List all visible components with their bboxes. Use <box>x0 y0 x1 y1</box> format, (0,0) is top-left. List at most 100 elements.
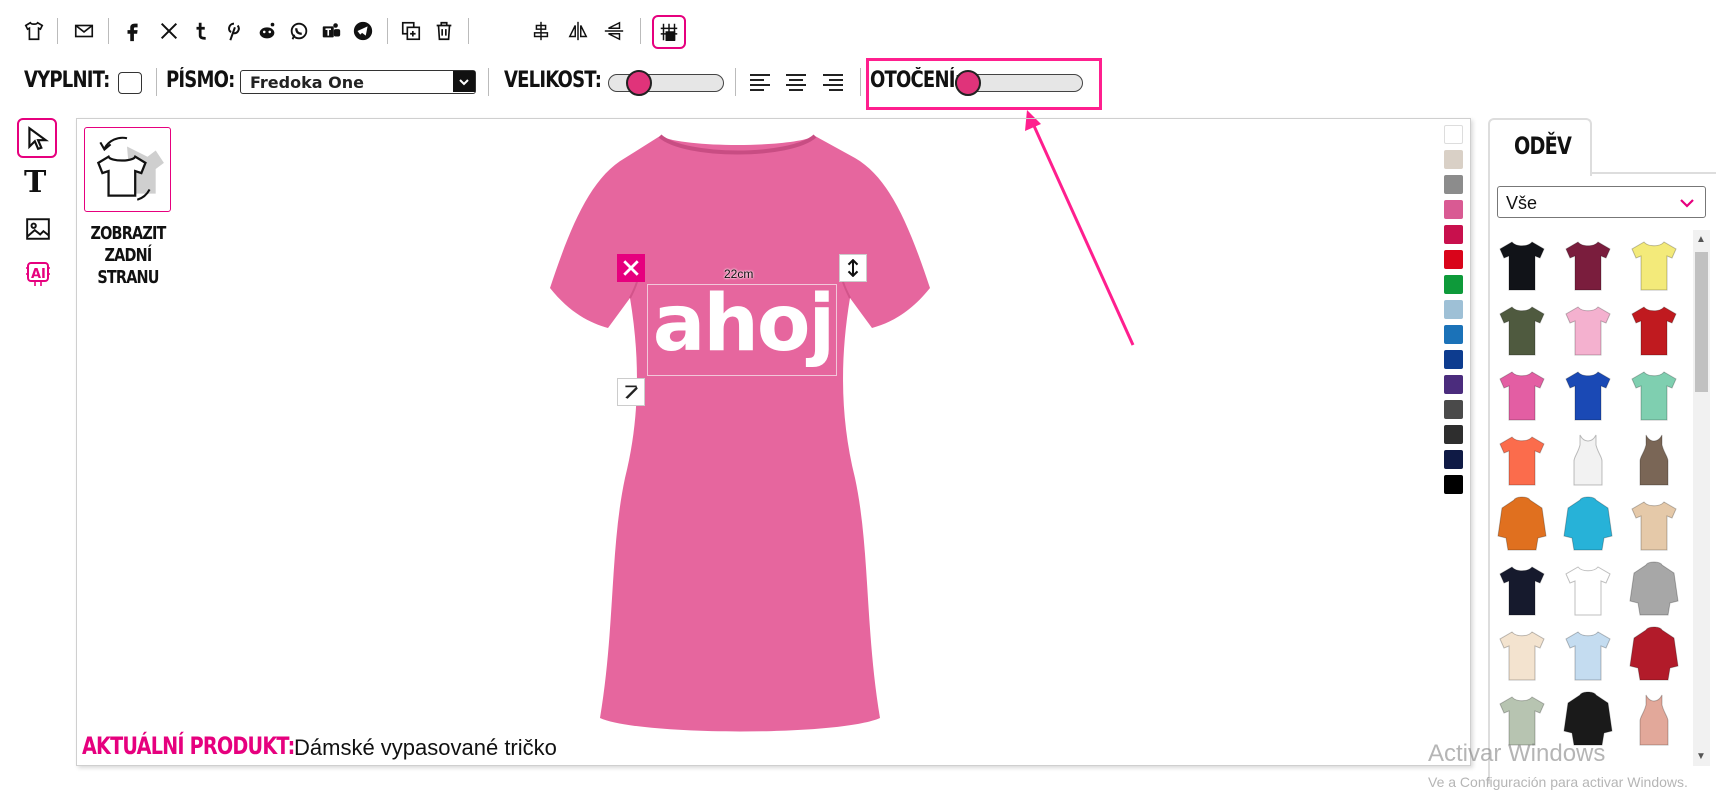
panel-scrollbar[interactable]: ▲ ▼ <box>1693 230 1710 766</box>
tumblr-icon[interactable] <box>189 18 215 44</box>
trash-icon[interactable] <box>431 18 457 44</box>
color-swatch[interactable] <box>1444 475 1463 494</box>
product-tie-dye-tshirt[interactable] <box>1626 496 1682 554</box>
x-twitter-icon[interactable] <box>156 18 182 44</box>
product-lightblue-tshirt[interactable] <box>1560 626 1616 684</box>
toolbar-divider <box>57 18 58 44</box>
product-fuchsia-tshirt[interactable] <box>1494 366 1550 424</box>
width-readout: 22cm <box>724 267 754 281</box>
flip-horizontal-icon[interactable] <box>565 18 591 44</box>
color-swatch[interactable] <box>1444 175 1463 194</box>
resize-handle-button[interactable] <box>839 254 867 282</box>
product-varsity-jacket[interactable] <box>1626 626 1682 684</box>
back-side-label-line2: ZADNÍ <box>104 245 153 266</box>
fill-color-picker[interactable] <box>118 72 142 94</box>
product-pink-tshirt[interactable] <box>1560 301 1616 359</box>
product-royal-tshirt[interactable] <box>1560 366 1616 424</box>
align-right-icon[interactable] <box>823 74 843 92</box>
fill-label: VYPLNIT: <box>24 68 110 93</box>
telegram-icon[interactable] <box>350 18 376 44</box>
scrollbar-thumb[interactable] <box>1695 252 1708 392</box>
watermark-line2: Ve a Configuración para activar Windows. <box>1428 774 1688 790</box>
product-coral-tshirt[interactable] <box>1494 431 1550 489</box>
watermark-line1: Activar Windows <box>1428 740 1606 767</box>
toolbar-divider <box>640 18 641 44</box>
grid-icon <box>660 23 678 41</box>
product-orange-hoodie[interactable] <box>1494 496 1550 554</box>
back-side-button[interactable] <box>84 127 171 212</box>
toolbar-divider <box>468 18 469 44</box>
toolbar-divider <box>735 68 736 96</box>
tab-clothing[interactable]: ODĚV <box>1488 118 1592 176</box>
color-swatch[interactable] <box>1444 225 1463 244</box>
duplicate-icon[interactable] <box>398 18 424 44</box>
product-grey-hoodie[interactable] <box>1626 561 1682 619</box>
product-red-tshirt[interactable] <box>1626 301 1682 359</box>
size-slider[interactable] <box>608 70 724 96</box>
color-swatch[interactable] <box>1444 325 1463 344</box>
toolbar-divider <box>387 18 388 44</box>
product-olive-tshirt[interactable] <box>1494 301 1550 359</box>
color-swatch[interactable] <box>1444 200 1463 219</box>
color-swatch[interactable] <box>1444 450 1463 469</box>
align-left-icon[interactable] <box>750 74 770 92</box>
toolbar-divider <box>108 18 109 44</box>
product-white-tank[interactable] <box>1560 431 1616 489</box>
color-swatch[interactable] <box>1444 300 1463 319</box>
color-swatch[interactable] <box>1444 400 1463 419</box>
design-text[interactable]: ahoj <box>648 279 838 369</box>
email-icon[interactable] <box>71 18 97 44</box>
font-select[interactable]: Fredoka One <box>240 70 476 94</box>
rotate-shirt-icon <box>96 136 164 201</box>
product-raglan-tshirt[interactable] <box>1560 561 1616 619</box>
ai-tool-icon[interactable]: AI <box>23 258 53 288</box>
center-align-icon[interactable] <box>528 18 554 44</box>
color-swatch[interactable] <box>1444 425 1463 444</box>
grid-toggle-button[interactable] <box>652 15 686 49</box>
highlight-box <box>866 58 1102 110</box>
current-product: AKTUÁLNÍ PRODUKT: Dámské vypasované trič… <box>82 732 557 760</box>
vertical-arrows-icon <box>847 259 859 277</box>
select-tool-button[interactable] <box>17 118 57 158</box>
product-mint-tshirt[interactable] <box>1626 366 1682 424</box>
toolbar-divider <box>488 68 489 96</box>
size-slider-knob[interactable] <box>626 70 652 96</box>
scroll-up-icon[interactable]: ▲ <box>1696 234 1706 245</box>
image-tool-icon[interactable] <box>24 216 52 242</box>
rotate-handle-button[interactable] <box>617 378 645 406</box>
text-tool-icon[interactable]: T <box>24 166 54 200</box>
windows-watermark: Activar Windows Ve a Configuración para … <box>1428 740 1732 790</box>
pinterest-icon[interactable] <box>221 18 247 44</box>
whatsapp-icon[interactable] <box>286 18 312 44</box>
tab-clothing-label: ODĚV <box>1514 132 1572 160</box>
color-swatch[interactable] <box>1444 125 1463 144</box>
color-swatch[interactable] <box>1444 275 1463 294</box>
tshirt-mockup <box>550 134 930 732</box>
color-swatch[interactable] <box>1444 350 1463 369</box>
chevron-down-icon <box>1680 199 1694 208</box>
teams-icon[interactable] <box>318 18 344 44</box>
color-swatch[interactable] <box>1444 250 1463 269</box>
product-brown-tank[interactable] <box>1626 431 1682 489</box>
color-swatch[interactable] <box>1444 375 1463 394</box>
delete-object-button[interactable] <box>617 254 645 282</box>
reddit-icon[interactable] <box>254 18 280 44</box>
product-navy-tshirt[interactable] <box>1494 561 1550 619</box>
product-yellow-tshirt[interactable] <box>1626 236 1682 294</box>
current-product-name: Dámské vypasované tričko <box>294 735 557 760</box>
category-select[interactable]: Vše <box>1497 186 1706 218</box>
product-black-tshirt[interactable] <box>1494 236 1550 294</box>
chevron-down-icon <box>453 71 475 92</box>
eraser-icon <box>625 385 638 399</box>
design-text-box[interactable]: ahoj <box>647 279 837 376</box>
color-swatch[interactable] <box>1444 150 1463 169</box>
facebook-icon[interactable] <box>120 18 146 44</box>
product-turquoise-hoodie[interactable] <box>1560 496 1616 554</box>
toolbar-divider <box>860 68 861 96</box>
product-cream-tshirt[interactable] <box>1494 626 1550 684</box>
flip-vertical-icon[interactable] <box>601 18 627 44</box>
size-label: VELIKOST: <box>504 68 602 93</box>
product-maroon-tshirt[interactable] <box>1560 236 1616 294</box>
tshirt-icon[interactable] <box>21 18 47 44</box>
align-center-icon[interactable] <box>786 74 806 92</box>
